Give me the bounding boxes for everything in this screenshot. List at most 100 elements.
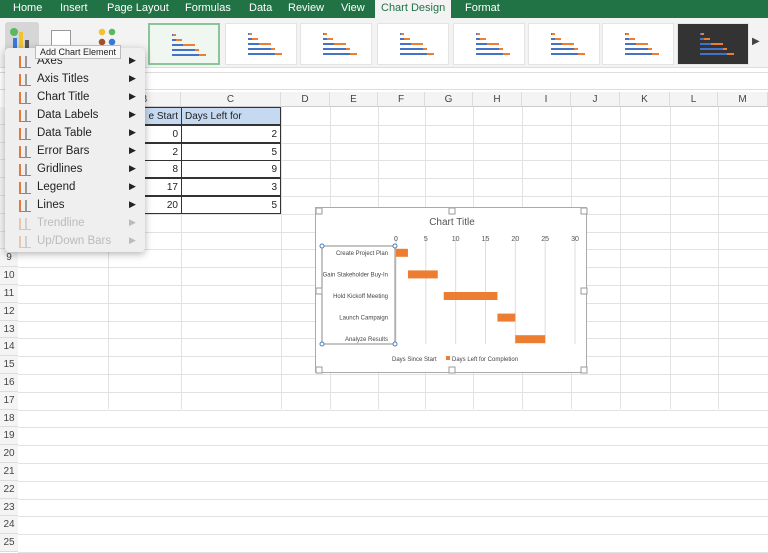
chart-resize-handle bbox=[315, 287, 323, 295]
column-header-K[interactable]: K bbox=[620, 92, 670, 107]
row-header-22[interactable]: 22 bbox=[0, 480, 18, 499]
gantt-chart[interactable]: Chart Title 0 5 10 15 20 25 30 Create Project Pl… bbox=[315, 207, 588, 374]
row-header-24[interactable]: 24 bbox=[0, 516, 18, 535]
days-left-cell[interactable]: 2 bbox=[181, 124, 281, 143]
row-header-25[interactable]: 25 bbox=[0, 534, 18, 552]
chart-title-icon bbox=[19, 92, 31, 104]
up-down-bars-icon bbox=[19, 236, 31, 248]
menu-item-label: Data Table bbox=[37, 127, 92, 139]
row-header-13[interactable]: 13 bbox=[0, 320, 18, 339]
chart-resize-handle bbox=[315, 207, 323, 215]
column-header-I[interactable]: I bbox=[522, 92, 571, 107]
chart-style-thumbnail[interactable] bbox=[300, 23, 372, 65]
gantt-bar bbox=[396, 248, 408, 257]
days-left-cell[interactable]: 3 bbox=[181, 178, 281, 197]
selection-handle bbox=[319, 243, 325, 249]
tab-format[interactable]: Format bbox=[465, 2, 500, 14]
column-header-D[interactable]: D bbox=[281, 92, 330, 107]
data-labels-icon bbox=[19, 110, 31, 122]
column-header-F[interactable]: F bbox=[378, 92, 425, 107]
submenu-arrow-icon: ▶ bbox=[129, 199, 136, 209]
category-label: Gain Stakeholder Buy-In bbox=[323, 272, 388, 278]
submenu-arrow-icon: ▶ bbox=[129, 127, 136, 137]
tab-insert[interactable]: Insert bbox=[60, 2, 88, 14]
row-header-16[interactable]: 16 bbox=[0, 374, 18, 392]
tab-home[interactable]: Home bbox=[13, 2, 42, 14]
menu-item-trendline[interactable]: Trendline ▶ bbox=[5, 215, 145, 233]
row-header-9[interactable]: 9 bbox=[0, 249, 18, 268]
menu-item-label: Axis Titles bbox=[37, 73, 89, 85]
menu-item-label: Error Bars bbox=[37, 145, 90, 157]
gantt-bar bbox=[407, 270, 438, 279]
column-header-G[interactable]: G bbox=[425, 92, 473, 107]
days-left-cell[interactable]: 9 bbox=[181, 160, 281, 179]
tab-page-layout[interactable]: Page Layout bbox=[107, 2, 169, 14]
tab-formulas[interactable]: Formulas bbox=[185, 2, 231, 14]
menu-item-lines[interactable]: Lines ▶ bbox=[5, 197, 145, 215]
menu-item-gridlines[interactable]: Gridlines ▶ bbox=[5, 161, 145, 179]
gallery-next-icon[interactable]: ▶ bbox=[752, 36, 760, 47]
row-header-12[interactable]: 12 bbox=[0, 302, 18, 321]
row-header-18[interactable]: 18 bbox=[0, 409, 18, 428]
chart-plot: Chart Title 0 5 10 15 20 25 30 Create Project Pl… bbox=[315, 207, 588, 374]
chart-style-thumbnail[interactable] bbox=[225, 23, 297, 65]
column-header-M[interactable]: M bbox=[718, 92, 768, 107]
row-header-11[interactable]: 11 bbox=[0, 285, 18, 303]
row-header-14[interactable]: 14 bbox=[0, 338, 18, 357]
column-header-E[interactable]: E bbox=[330, 92, 378, 107]
menu-item-axis-titles[interactable]: Axis Titles ▶ bbox=[5, 71, 145, 89]
menu-item-chart-title[interactable]: Chart Title ▶ bbox=[5, 89, 145, 107]
tab-chart-design[interactable]: Chart Design bbox=[375, 0, 452, 19]
row-header-15[interactable]: 15 bbox=[0, 356, 18, 374]
chart-resize-handle bbox=[448, 366, 456, 374]
days-left-cell[interactable]: 5 bbox=[181, 142, 281, 161]
legend-icon bbox=[19, 182, 31, 194]
days-left-cell[interactable]: 5 bbox=[181, 196, 281, 214]
header-days-left[interactable]: Days Left for Completion bbox=[181, 107, 281, 139]
submenu-arrow-icon: ▶ bbox=[129, 109, 136, 119]
column-header-L[interactable]: L bbox=[670, 92, 718, 107]
menu-item-legend[interactable]: Legend ▶ bbox=[5, 179, 145, 197]
gantt-bar bbox=[515, 335, 546, 344]
row-header-19[interactable]: 19 bbox=[0, 427, 18, 446]
column-header-J[interactable]: J bbox=[571, 92, 620, 107]
submenu-arrow-icon: ▶ bbox=[129, 145, 136, 155]
chart-style-thumbnail[interactable] bbox=[148, 23, 220, 65]
chart-style-thumbnail[interactable] bbox=[602, 23, 674, 65]
row-header-17[interactable]: 17 bbox=[0, 391, 18, 410]
chart-style-thumbnail[interactable] bbox=[377, 23, 449, 65]
lines-icon bbox=[19, 200, 31, 212]
tab-view[interactable]: View bbox=[341, 2, 365, 14]
chart-style-thumbnail[interactable] bbox=[453, 23, 525, 65]
gantt-bar bbox=[497, 313, 516, 322]
row-header-10[interactable]: 10 bbox=[0, 267, 18, 285]
menu-item-error-bars[interactable]: Error Bars ▶ bbox=[5, 143, 145, 161]
row-header-20[interactable]: 20 bbox=[0, 445, 18, 463]
row-header-21[interactable]: 21 bbox=[0, 463, 18, 481]
submenu-arrow-icon: ▶ bbox=[129, 73, 136, 83]
selection-handle bbox=[319, 341, 325, 347]
category-label: Analyze Results bbox=[345, 337, 388, 343]
menu-item-label: Data Labels bbox=[37, 109, 99, 121]
tab-review[interactable]: Review bbox=[288, 2, 324, 14]
chart-title: Chart Title bbox=[429, 217, 475, 228]
menu-item-label: Trendline bbox=[37, 217, 85, 229]
add-chart-element-tooltip: Add Chart Element bbox=[35, 45, 122, 59]
x-tick-label: 15 bbox=[482, 236, 490, 243]
menu-item-data-labels[interactable]: Data Labels ▶ bbox=[5, 107, 145, 125]
ribbon-tabs: Home Insert Page Layout Formulas Data Review V… bbox=[0, 0, 768, 19]
column-header-H[interactable]: H bbox=[473, 92, 522, 107]
row-gridline bbox=[18, 480, 768, 482]
menu-item-up-down-bars[interactable]: Up/Down Bars ▶ bbox=[5, 233, 145, 251]
add-chart-element-menu: Axes ▶ Axis Titles ▶ Chart Title ▶ Data Labels… bbox=[5, 48, 145, 252]
chart-style-thumbnail[interactable] bbox=[528, 23, 600, 65]
row-header-23[interactable]: 23 bbox=[0, 498, 18, 517]
category-label: Create Project Plan bbox=[336, 251, 388, 257]
menu-item-data-table[interactable]: Data Table ▶ bbox=[5, 125, 145, 143]
selection-handle bbox=[392, 243, 398, 249]
x-tick-label: 5 bbox=[424, 236, 428, 243]
chart-style-thumbnail[interactable] bbox=[677, 23, 749, 65]
tab-data[interactable]: Data bbox=[249, 2, 272, 14]
column-header-C[interactable]: C bbox=[181, 92, 281, 107]
x-tick-label: 20 bbox=[511, 236, 519, 243]
